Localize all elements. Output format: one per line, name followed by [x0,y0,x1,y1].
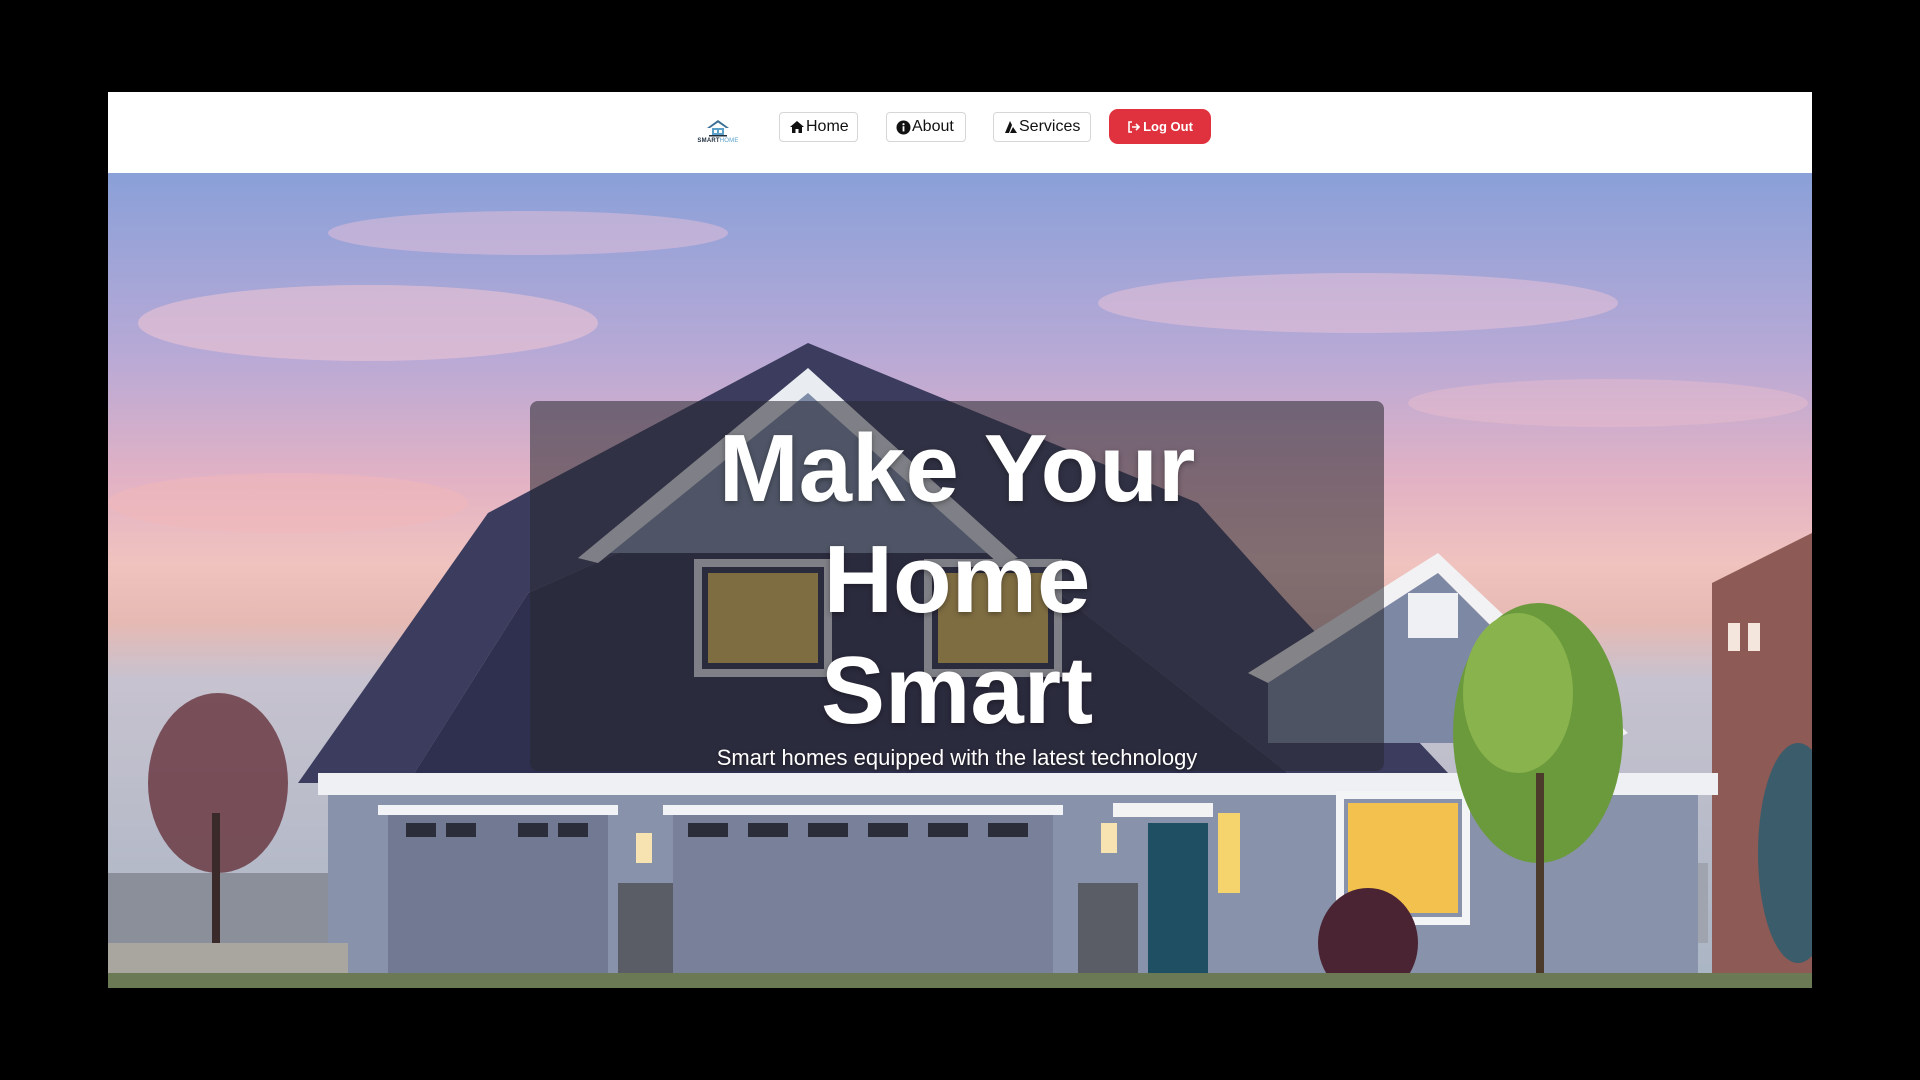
logout-icon [1127,120,1141,133]
nav-home-button[interactable]: Home [779,112,858,142]
home-icon [789,120,805,134]
logout-label: Log Out [1143,119,1193,134]
nav-about-label: About [912,118,954,135]
info-icon [896,120,911,135]
hero-section: Make Your Home Smart Smart homes equippe… [108,173,1812,988]
hero-headline: Make Your Home Smart [530,413,1384,746]
nav-services-label: Services [1019,118,1081,135]
top-navbar: SMARTHOME Home About Services Log Out [108,92,1812,173]
nav-services-button[interactable]: Services [993,112,1091,142]
hero-subheadline: Smart homes equipped with the latest tec… [716,745,1198,770]
brand-logo[interactable]: SMARTHOME [694,111,742,151]
nav-about-button[interactable]: About [886,112,966,142]
services-icon [1003,120,1018,134]
brand-logo-text: SMARTHOME [697,137,739,144]
nav-home-label: Home [806,118,849,135]
house-logo-icon [707,119,729,136]
browser-viewport: SMARTHOME Home About Services Log Out Ma… [108,92,1812,988]
logout-button[interactable]: Log Out [1109,109,1211,144]
hero-headline-line3: Smart [820,637,1094,744]
hero-headline-line1: Make Your [718,415,1196,522]
hero-headline-line2: Home [823,526,1091,633]
